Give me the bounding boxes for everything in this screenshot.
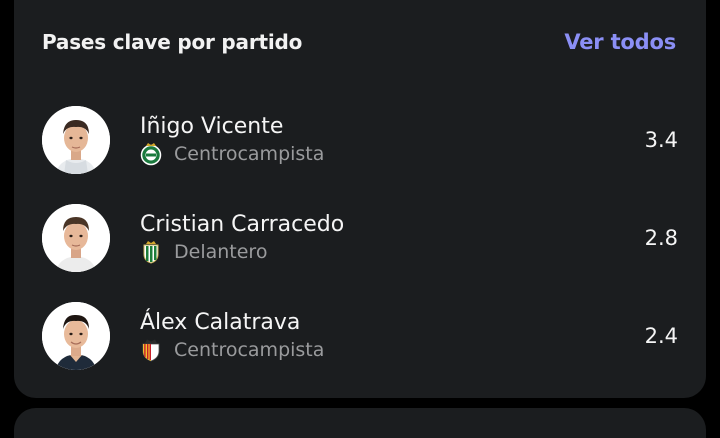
see-all-link[interactable]: Ver todos — [564, 30, 676, 54]
player-position: Delantero — [174, 241, 268, 263]
player-info: Cristian Carracedo Delantero — [140, 211, 618, 265]
player-info: Iñigo Vicente Centrocampista — [140, 113, 618, 167]
player-row[interactable]: Iñigo Vicente Centrocampista 3.4 — [42, 105, 678, 175]
stat-value: 3.4 — [644, 128, 678, 152]
racing-santander-crest-icon — [140, 141, 162, 167]
card-title: Pases clave por partido — [42, 30, 303, 54]
stat-value: 2.8 — [644, 226, 678, 250]
player-avatar — [42, 106, 110, 174]
castellon-crest-icon — [140, 337, 162, 363]
next-card-edge — [14, 408, 706, 438]
cordoba-crest-icon — [140, 239, 162, 265]
player-row[interactable]: Cristian Carracedo Delantero 2.8 — [42, 203, 678, 273]
player-avatar — [42, 302, 110, 370]
player-name: Cristian Carracedo — [140, 212, 345, 237]
player-position: Centrocampista — [174, 143, 325, 165]
key-passes-card: Pases clave por partido Ver todos Iñigo … — [14, 0, 706, 398]
card-header: Pases clave por partido Ver todos — [42, 26, 676, 58]
player-name: Álex Calatrava — [140, 310, 301, 335]
player-position: Centrocampista — [174, 339, 325, 361]
player-avatar — [42, 204, 110, 272]
player-name: Iñigo Vicente — [140, 114, 284, 139]
player-meta: Centrocampista — [140, 141, 618, 167]
stat-value: 2.4 — [644, 324, 678, 348]
player-meta: Delantero — [140, 239, 618, 265]
player-meta: Centrocampista — [140, 337, 618, 363]
player-row[interactable]: Álex Calatrava Centrocampista 2.4 — [42, 301, 678, 371]
player-info: Álex Calatrava Centrocampista — [140, 309, 618, 363]
